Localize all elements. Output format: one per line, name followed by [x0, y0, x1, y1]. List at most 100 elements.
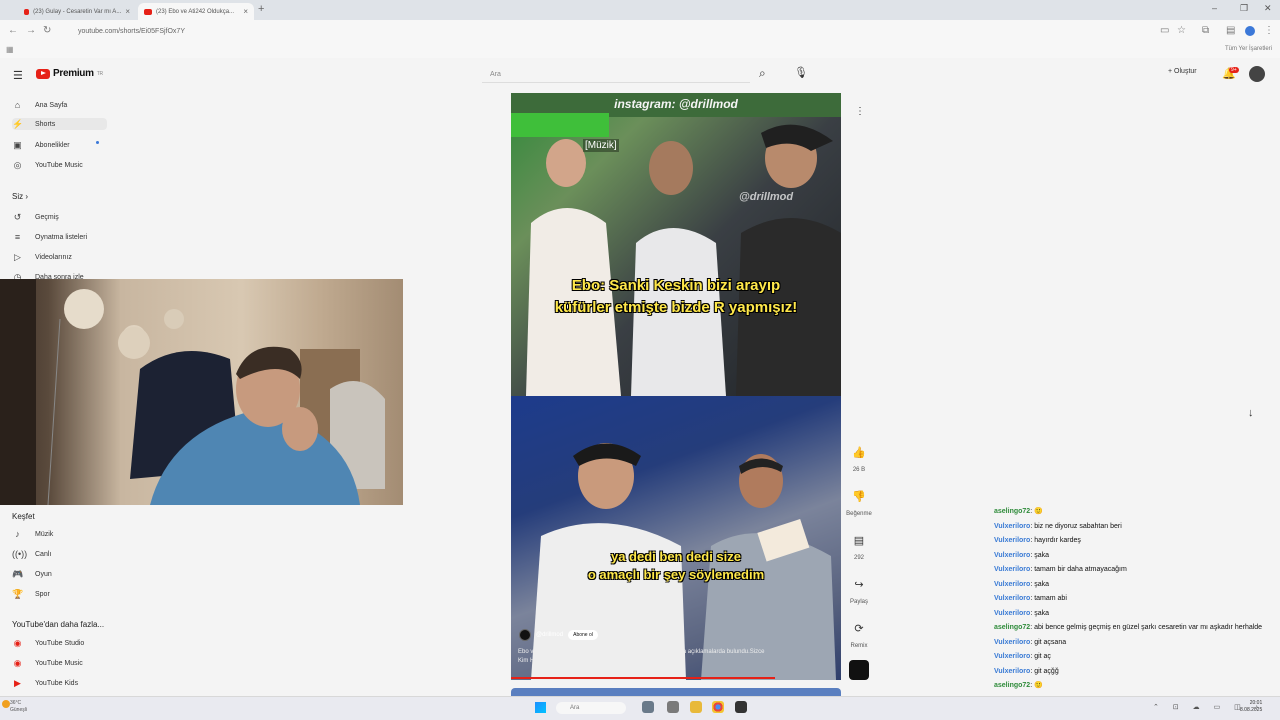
hamburger-menu-icon[interactable]: ☰ — [13, 69, 23, 82]
file-explorer-icon[interactable] — [690, 701, 702, 713]
sidebar-item-label: Canlı — [35, 550, 52, 558]
siz-section-header[interactable]: Siz › — [12, 192, 28, 201]
taskbar-search[interactable]: Ara — [556, 702, 626, 714]
share-button[interactable]: ↪ Paylaş — [844, 578, 874, 605]
video-progress-bar[interactable] — [511, 677, 775, 679]
search-icon[interactable]: ⌕ — [759, 66, 766, 81]
microphone-icon[interactable]: 🎙 — [794, 66, 808, 79]
channel-thumbnail[interactable] — [849, 660, 869, 680]
sidebar-item-subscriptions[interactable]: ▣ Abonelikler — [12, 140, 69, 151]
dislike-button[interactable]: 👎 Beğenme — [844, 490, 874, 517]
minimize-icon[interactable]: – — [1212, 3, 1217, 13]
cast-icon[interactable]: ▭ — [1160, 25, 1169, 36]
sidebar-item-live[interactable]: ((•)) Canlı — [12, 549, 51, 559]
like-button[interactable]: 👍 26 B — [844, 446, 874, 473]
apps-grid-icon[interactable]: ▦ — [6, 45, 14, 54]
chat-message: aselingo72: 🙂 — [994, 505, 1264, 520]
video-description[interactable]: Ebo ve Ati242 Oldukça merak edilen Keski… — [518, 648, 768, 666]
reload-icon[interactable]: ↻ — [43, 25, 51, 36]
chat-text: tamam abi — [1034, 595, 1067, 602]
chat-username[interactable]: aselingo72 — [994, 508, 1030, 515]
sidebar-item-your-videos[interactable]: ▷ Videolarınız — [12, 252, 72, 263]
sidebar-item-label: YouTube Music — [35, 660, 83, 667]
app-icon[interactable] — [667, 701, 679, 713]
youtube-premium-logo[interactable]: Premium TR — [36, 68, 103, 79]
chat-username[interactable]: aselingo72 — [994, 624, 1030, 631]
browser-menu-icon[interactable]: ⋮ — [1264, 25, 1274, 36]
close-window-icon[interactable]: ✕ — [1264, 3, 1272, 14]
sidebar-item-youtube-kids[interactable]: ▶ YouTube Kids — [12, 678, 78, 689]
search-input[interactable]: Ara — [482, 66, 750, 83]
chat-message: aselingo72: abi bence gelmiş geçmiş en g… — [994, 621, 1264, 636]
sidebar-item-shorts[interactable]: ⚡ Shorts — [12, 118, 107, 130]
next-short-preview[interactable] — [511, 688, 841, 696]
chat-username[interactable]: Vulxeriloro — [994, 610, 1030, 617]
weather-widget[interactable]: 36°C Güneşli — [10, 700, 27, 714]
chat-message: Vulxeriloro: şaka — [994, 607, 1264, 622]
sidebar-item-youtube-music[interactable]: ◎ YouTube Music — [12, 160, 83, 171]
chat-message: Vulxeriloro: şaka — [994, 549, 1264, 564]
comment-icon: ▤ — [853, 535, 865, 547]
all-bookmarks-link[interactable]: Tüm Yer İşaretleri — [1225, 46, 1272, 52]
subscribe-button[interactable]: Abone ol — [568, 630, 598, 640]
chat-username[interactable]: Vulxeriloro — [994, 566, 1030, 573]
share-arrow-icon: ↪ — [854, 579, 864, 591]
sidebar-item-gaming[interactable]: 🎮 Oyun — [12, 569, 52, 580]
close-tab-icon[interactable]: × — [243, 7, 248, 16]
bookmark-star-icon[interactable]: ☆ — [1177, 25, 1186, 36]
shorts-video-player[interactable]: instagram: @drillmod [Müzik] @drillmod E… — [511, 93, 841, 680]
url-field[interactable]: youtube.com/shorts/Ei05FSjfOx7Y — [62, 24, 1142, 39]
forward-icon[interactable]: → — [26, 25, 36, 36]
chat-username[interactable]: Vulxeriloro — [994, 595, 1030, 602]
comments-button[interactable]: ▤ 292 — [844, 534, 874, 561]
windows-start-icon[interactable] — [535, 702, 546, 713]
sidebar-item-playlists[interactable]: ≡ Oynatma listeleri — [12, 232, 87, 242]
sidebar-item-label: Oynatma listeleri — [35, 233, 88, 241]
channel-avatar[interactable] — [519, 629, 531, 641]
sidepanel-icon[interactable]: ▤ — [1226, 25, 1235, 36]
comment-count: 292 — [853, 555, 864, 561]
chat-message: aselingo72: 🙂 — [994, 679, 1264, 694]
extensions-icon[interactable]: ⧉ — [1202, 25, 1209, 36]
youtube-favicon-icon — [24, 8, 30, 15]
chat-username[interactable]: Vulxeriloro — [994, 581, 1030, 588]
subtitle-line: ya dedi ben dedi size — [610, 549, 742, 564]
chat-text: hayırdır kardeş — [1034, 537, 1081, 544]
sidebar-item-home[interactable]: ⌂ Ana Sayfa — [12, 100, 68, 110]
browser-tab-2[interactable]: (23) Ebo ve Ati242 Oldukça... × — [138, 3, 254, 20]
sidebar-item-history[interactable]: ↺ Geçmiş — [12, 212, 59, 223]
channel-name[interactable]: @drillmod — [536, 632, 563, 638]
chat-username[interactable]: Vulxeriloro — [994, 639, 1030, 646]
channel-row: @drillmod Abone ol — [519, 629, 598, 641]
sidebar-item-youtube-studio[interactable]: ◉ YouTube Studio — [12, 638, 85, 649]
sidebar-item-sports[interactable]: 🏆 Spor — [12, 589, 50, 600]
restore-icon[interactable]: ❐ — [1240, 3, 1248, 14]
sidebar-item-youtube-music-more[interactable]: ◉ YouTube Music — [12, 658, 83, 669]
remix-button[interactable]: ⟳ Remix — [844, 622, 874, 649]
close-tab-icon[interactable]: × — [125, 7, 130, 16]
chat-username[interactable]: aselingo72 — [994, 682, 1030, 689]
chat-username[interactable]: Vulxeriloro — [994, 668, 1030, 675]
chrome-icon[interactable] — [712, 701, 724, 713]
back-icon[interactable]: ← — [8, 25, 18, 36]
studio-icon: ◉ — [13, 638, 22, 648]
new-tab-button[interactable]: + — [258, 3, 264, 15]
bookmarks-bar — [0, 42, 1280, 58]
task-view-icon[interactable] — [642, 701, 654, 713]
browser-tab-1[interactable]: (23) Gulay - Cesaretin Var mı A... × — [18, 3, 136, 20]
chat-username[interactable]: Vulxeriloro — [994, 523, 1030, 530]
chat-username[interactable]: Vulxeriloro — [994, 552, 1030, 559]
account-avatar[interactable] — [1249, 66, 1265, 82]
webcam-overlay — [0, 279, 403, 505]
taskbar-clock[interactable]: 20:01 8.08.2025 — [1240, 700, 1262, 714]
sidebar-item-music[interactable]: ♪ Müzik — [12, 529, 53, 539]
create-button[interactable]: + Oluştur — [1168, 68, 1197, 75]
chat-text: tamam bir daha atmayacağım — [1034, 566, 1127, 573]
chat-username[interactable]: Vulxeriloro — [994, 537, 1030, 544]
profile-avatar[interactable] — [1245, 26, 1255, 36]
chat-username[interactable]: Vulxeriloro — [994, 653, 1030, 660]
more-options-icon[interactable]: ⋮ — [855, 106, 865, 117]
scroll-down-arrow-icon[interactable]: ↓ — [1248, 407, 1254, 419]
thumbs-down-icon: 👎 — [852, 491, 866, 503]
app-icon-dark[interactable] — [735, 701, 747, 713]
